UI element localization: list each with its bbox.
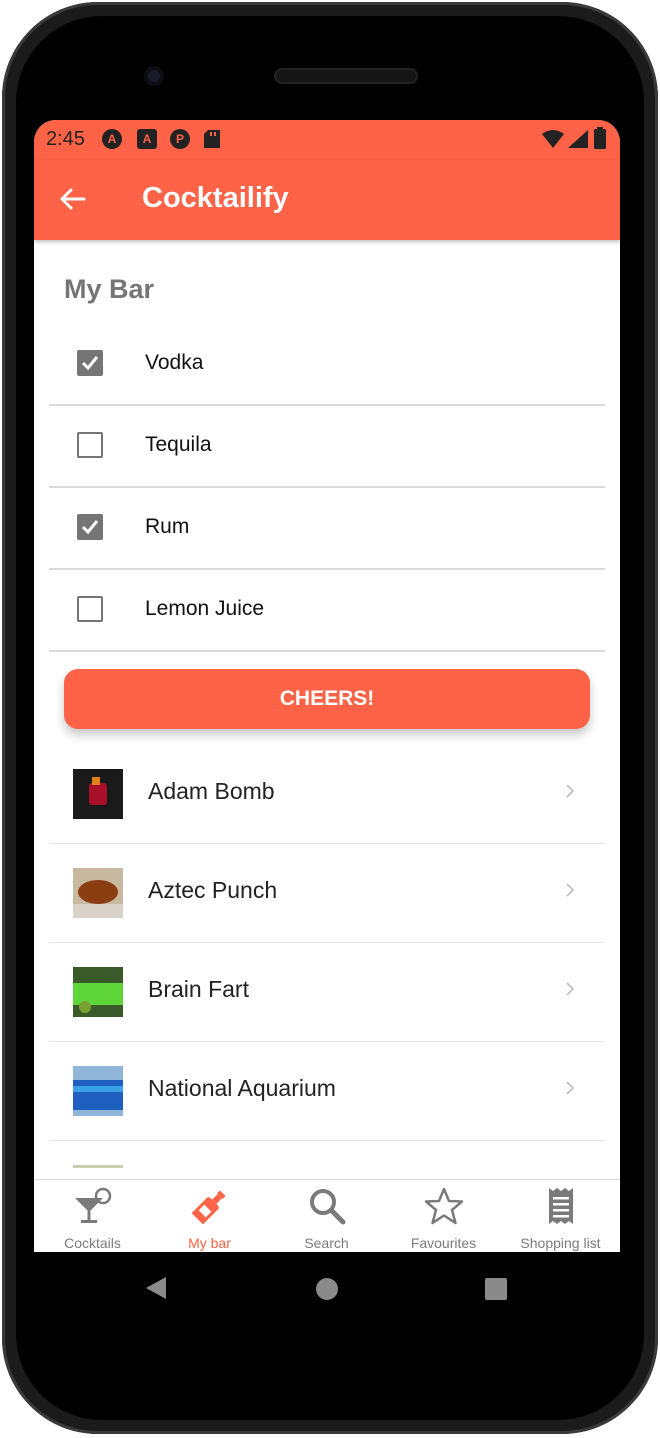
tab-label: Cocktails (64, 1235, 121, 1251)
tab-search[interactable]: Search (268, 1180, 385, 1252)
battery-icon (594, 127, 606, 149)
earpiece-speaker (274, 68, 418, 84)
cocktail-thumbnail (73, 967, 123, 1017)
chevron-right-icon (566, 883, 575, 897)
cocktail-item-national-aquarium[interactable]: National Aquarium (49, 1042, 605, 1141)
cocktail-thumbnail (73, 1066, 123, 1116)
tab-label: Search (304, 1235, 349, 1251)
bottom-tab-bar: Cocktails My bar Search Favourites Shopp… (34, 1179, 620, 1252)
ingredient-row-lemon-juice[interactable]: Lemon Juice (49, 570, 605, 652)
cocktail-thumbnail (73, 868, 123, 918)
cocktail-name: Aztec Punch (148, 877, 278, 903)
tab-label: My bar (188, 1235, 231, 1251)
cocktail-name: Adam Bomb (148, 778, 275, 804)
checkbox-unchecked[interactable] (77, 432, 103, 458)
tab-shopping-list[interactable]: Shopping list (502, 1180, 619, 1252)
checkbox-checked[interactable] (77, 514, 103, 540)
cocktail-item-aztec-punch[interactable]: Aztec Punch (49, 844, 605, 943)
wifi-icon (542, 130, 564, 148)
system-navigation-bar (34, 1252, 620, 1324)
ingredient-label: Tequila (145, 433, 212, 456)
search-icon (310, 1189, 346, 1225)
ingredient-row-tequila[interactable]: Tequila (49, 406, 605, 488)
chevron-right-icon (566, 982, 575, 996)
notification-a-icon: A (102, 129, 122, 149)
ingredient-label: Lemon Juice (145, 597, 265, 620)
tab-my-bar[interactable]: My bar (151, 1180, 268, 1252)
status-bar: 2:45 A A P (34, 120, 620, 160)
signal-icon (568, 130, 588, 148)
ingredient-label: Rum (145, 515, 190, 538)
checkmark-icon (81, 356, 99, 371)
status-time: 2:45 (46, 128, 85, 150)
back-arrow-icon[interactable] (58, 184, 88, 214)
tab-favourites[interactable]: Favourites (385, 1180, 502, 1252)
sd-card-icon (204, 130, 220, 148)
nav-home-icon[interactable] (315, 1277, 339, 1301)
chevron-right-icon (566, 784, 575, 798)
nav-back-icon[interactable] (144, 1276, 168, 1300)
app-title: Cocktailify (142, 182, 289, 214)
notification-a-square-icon: A (137, 129, 157, 149)
notification-p-icon: P (170, 129, 190, 149)
cocktail-thumbnail (73, 769, 123, 819)
tab-cocktails[interactable]: Cocktails (34, 1180, 151, 1252)
cocktail-item-brain-fart[interactable]: Brain Fart (49, 943, 605, 1042)
cocktail-name: Brain Fart (148, 976, 249, 1002)
receipt-icon (549, 1188, 573, 1224)
bottle-icon (191, 1190, 226, 1225)
checkbox-checked[interactable] (77, 350, 103, 376)
nav-recents-icon[interactable] (484, 1277, 508, 1301)
cocktail-icon (75, 1187, 112, 1223)
cheers-button[interactable]: CHEERS! (64, 669, 590, 729)
tab-label: Shopping list (520, 1235, 601, 1251)
chevron-right-icon (566, 1081, 575, 1095)
checkmark-icon (81, 520, 99, 535)
front-camera (144, 66, 164, 86)
cocktail-name: National Aquarium (148, 1075, 336, 1101)
app-bar: Cocktailify (34, 160, 620, 240)
app-screen: 2:45 A A P Cocktailify My Bar Vodka Tequ… (34, 120, 620, 1252)
ingredient-row-vodka[interactable]: Vodka (49, 324, 605, 406)
ingredient-label: Vodka (145, 351, 204, 374)
ingredient-row-rum[interactable]: Rum (49, 488, 605, 570)
star-icon (424, 1187, 464, 1225)
section-title: My Bar (64, 274, 155, 304)
checkbox-unchecked[interactable] (77, 596, 103, 622)
cocktail-item-adam-bomb[interactable]: Adam Bomb (49, 745, 605, 844)
tab-label: Favourites (410, 1235, 477, 1251)
